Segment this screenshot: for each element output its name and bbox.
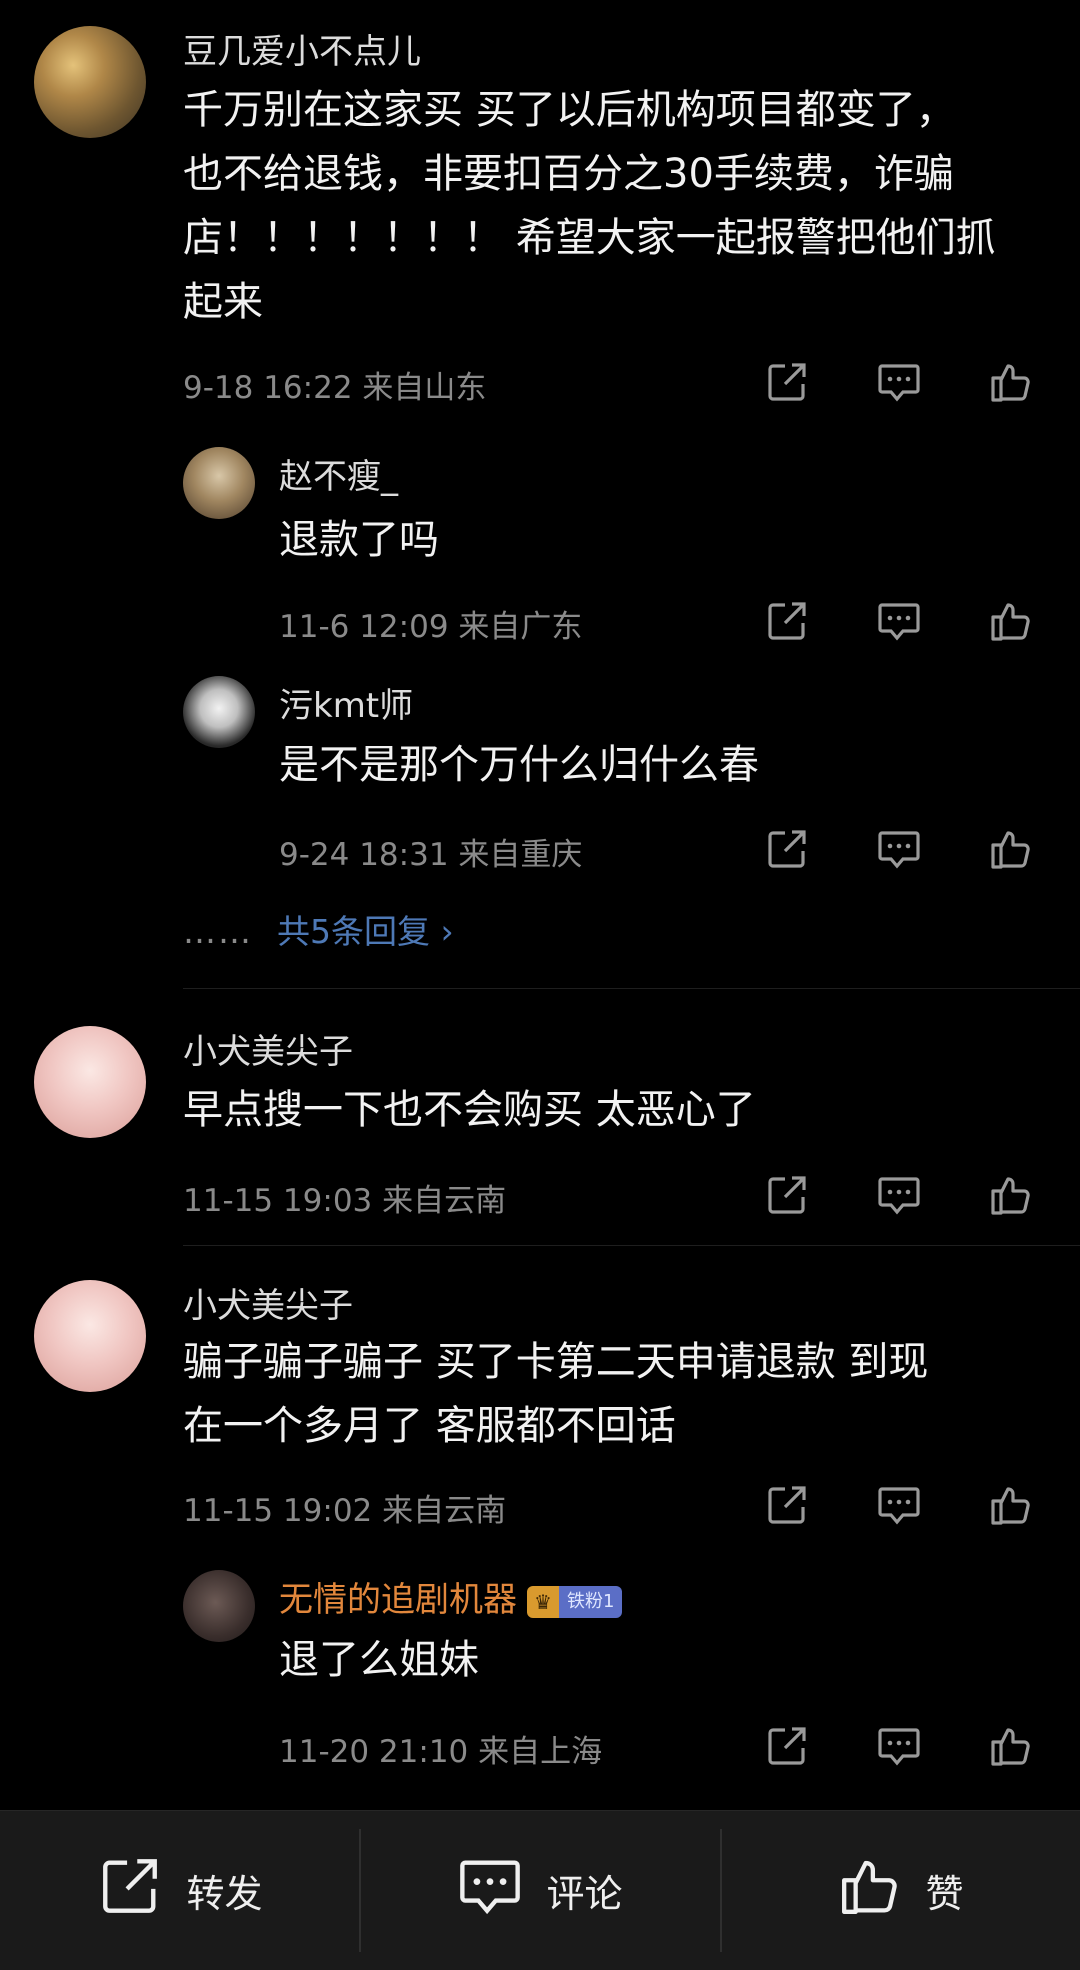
- repost-button[interactable]: 转发: [0, 1811, 359, 1970]
- comment-button[interactable]: 评论: [360, 1811, 719, 1970]
- reply-actions: [760, 594, 1060, 650]
- reply-username[interactable]: 赵不瘦_: [279, 449, 398, 498]
- share-icon[interactable]: [760, 355, 814, 409]
- fan-badge: ♛ 铁粉1: [527, 1585, 623, 1618]
- reply-actions: [760, 1719, 1060, 1775]
- comment-meta: 9-18 16:22 来自山东: [183, 370, 487, 406]
- comment-username[interactable]: 小犬美尖子: [183, 1278, 353, 1327]
- like-icon[interactable]: [984, 1719, 1038, 1773]
- comment-icon[interactable]: [872, 822, 926, 876]
- reply-username[interactable]: 无情的追剧机器 ♛ 铁粉1: [279, 1572, 623, 1621]
- avatar[interactable]: [183, 1570, 255, 1642]
- reply-meta: 11-20 21:10 来自上海: [279, 1734, 603, 1770]
- comment-username[interactable]: 豆几爱小不点儿: [183, 24, 421, 73]
- avatar[interactable]: [183, 447, 255, 519]
- reply-text: 退了么姐妹: [279, 1637, 479, 1683]
- reply-text: 是不是那个万什么归什么春: [279, 742, 759, 788]
- reply-meta: 11-6 12:09 来自广东: [279, 609, 583, 645]
- comment-icon[interactable]: [872, 1168, 926, 1222]
- divider: [183, 988, 1080, 989]
- comment-actions: [760, 1168, 1060, 1224]
- crown-icon: ♛: [527, 1585, 559, 1618]
- share-icon[interactable]: [760, 594, 814, 648]
- bottom-action-bar: 转发 评论 赞: [0, 1810, 1080, 1970]
- share-icon: [96, 1854, 164, 1927]
- comment-line: 店！！！！！！！ 希望大家一起报警把他们抓: [183, 215, 996, 261]
- more-replies-dots: ……: [183, 912, 253, 951]
- like-icon: [837, 1853, 903, 1928]
- comment-icon[interactable]: [872, 1478, 926, 1532]
- comment-line: 在一个多月了 客服都不回话: [183, 1403, 676, 1449]
- reply-username-text[interactable]: 无情的追剧机器: [279, 1580, 517, 1620]
- reply-actions: [760, 822, 1060, 878]
- comment-icon[interactable]: [872, 1719, 926, 1773]
- comment-line: 也不给退钱，非要扣百分之30手续费，诈骗: [183, 151, 954, 197]
- comment-meta: 11-15 19:02 来自云南: [183, 1493, 507, 1529]
- comment-line: 骗子骗子骗子 买了卡第二天申请退款 到现: [183, 1339, 929, 1385]
- share-icon[interactable]: [760, 822, 814, 876]
- like-button[interactable]: 赞: [721, 1811, 1080, 1970]
- reply-meta: 9-24 18:31 来自重庆: [279, 837, 583, 873]
- fan-badge-label: 铁粉1: [559, 1585, 623, 1618]
- like-icon[interactable]: [984, 1168, 1038, 1222]
- avatar[interactable]: [183, 676, 255, 748]
- comment-text: 千万别在这家买 买了以后机构项目都变了， 也不给退钱，非要扣百分之30手续费，诈…: [183, 78, 1073, 334]
- avatar[interactable]: [34, 26, 146, 138]
- more-replies-link[interactable]: 共5条回复 ›: [277, 912, 454, 951]
- reply-text: 退款了吗: [279, 517, 439, 563]
- comment-text: 骗子骗子骗子 买了卡第二天申请退款 到现 在一个多月了 客服都不回话: [183, 1330, 1073, 1458]
- comment-line: 千万别在这家买 买了以后机构项目都变了，: [183, 87, 956, 133]
- comment-line: 早点搜一下也不会购买 太恶心了: [183, 1087, 756, 1133]
- avatar[interactable]: [34, 1026, 146, 1138]
- like-icon[interactable]: [984, 355, 1038, 409]
- comment-label: 评论: [546, 1872, 623, 1916]
- comment-username[interactable]: 小犬美尖子: [183, 1024, 353, 1073]
- comment-actions: [760, 355, 1060, 411]
- like-icon[interactable]: [984, 1478, 1038, 1532]
- share-icon[interactable]: [760, 1478, 814, 1532]
- comment-line: 起来: [183, 279, 263, 325]
- like-icon[interactable]: [984, 594, 1038, 648]
- comment-icon: [456, 1854, 524, 1927]
- divider: [183, 1245, 1080, 1246]
- like-icon[interactable]: [984, 822, 1038, 876]
- repost-label: 转发: [186, 1872, 263, 1916]
- like-label: 赞: [925, 1872, 964, 1916]
- avatar[interactable]: [34, 1280, 146, 1392]
- comment-meta: 11-15 19:03 来自云南: [183, 1183, 507, 1219]
- more-replies[interactable]: …… 共5条回复 ›: [183, 905, 454, 953]
- share-icon[interactable]: [760, 1719, 814, 1773]
- comment-icon[interactable]: [872, 355, 926, 409]
- comment-actions: [760, 1478, 1060, 1534]
- comment-text: 早点搜一下也不会购买 太恶心了: [183, 1078, 1073, 1142]
- reply-username[interactable]: 污kmt师: [279, 678, 413, 727]
- share-icon[interactable]: [760, 1168, 814, 1222]
- comment-icon[interactable]: [872, 594, 926, 648]
